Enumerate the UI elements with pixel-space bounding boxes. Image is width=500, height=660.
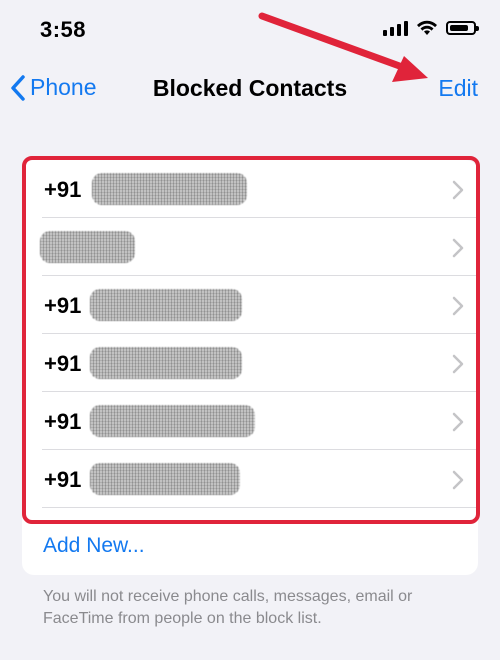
redacted-number: [90, 347, 242, 379]
redacted-number: [92, 173, 247, 205]
status-time: 3:58: [40, 17, 87, 42]
chevron-right-icon: [452, 296, 464, 316]
contact-row[interactable]: +91: [22, 160, 478, 218]
navigation-bar: Phone Blocked Contacts Edit: [0, 60, 500, 116]
edit-button[interactable]: Edit: [438, 75, 478, 102]
chevron-right-icon: [452, 470, 464, 490]
battery-icon: [446, 21, 479, 35]
contact-number-prefix: +91: [44, 409, 82, 434]
contact-number-prefix: +91: [44, 177, 82, 202]
contact-number-prefix: +91: [44, 351, 82, 376]
contact-number-prefix: +91: [44, 293, 82, 318]
chevron-right-icon: [452, 180, 464, 200]
block-list-note: You will not receive phone calls, messag…: [43, 588, 413, 627]
chevron-right-icon: [452, 238, 464, 258]
add-new-button[interactable]: Add New...: [43, 534, 145, 558]
redacted-number: [90, 405, 255, 437]
contact-row[interactable]: +91: [22, 392, 478, 450]
blocked-contacts-list: +91 +91 +91 +91 +91: [22, 160, 478, 575]
chevron-right-icon: [452, 412, 464, 432]
contact-row[interactable]: [22, 218, 478, 276]
contact-row[interactable]: +91: [22, 450, 478, 508]
status-icons: [383, 20, 479, 36]
contact-row[interactable]: +91: [22, 276, 478, 334]
signal-icon: [383, 20, 408, 36]
redacted-number: [90, 289, 242, 321]
contact-row[interactable]: +91: [22, 334, 478, 392]
redacted-number: [40, 231, 135, 263]
wifi-icon: [417, 20, 437, 35]
chevron-right-icon: [452, 354, 464, 374]
redacted-number: [90, 463, 240, 495]
page-title: Blocked Contacts: [152, 75, 348, 101]
contact-number-prefix: +91: [44, 467, 82, 492]
status-bar: 3:58: [0, 0, 500, 60]
